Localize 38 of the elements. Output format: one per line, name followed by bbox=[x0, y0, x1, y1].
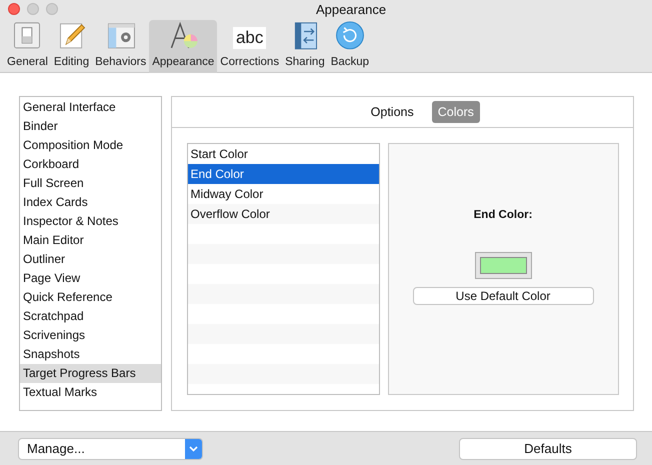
category-item[interactable]: Full Screen bbox=[20, 174, 161, 193]
defaults-button[interactable]: Defaults bbox=[459, 438, 637, 460]
category-item[interactable]: General Interface bbox=[20, 98, 161, 117]
abc-text-icon: abc bbox=[232, 26, 266, 49]
category-item[interactable]: Corkboard bbox=[20, 155, 161, 174]
category-item[interactable]: Binder bbox=[20, 117, 161, 136]
color-list-item[interactable]: Overflow Color bbox=[188, 204, 379, 224]
use-default-color-button[interactable]: Use Default Color bbox=[412, 287, 594, 306]
toolbar-tab[interactable]: General bbox=[4, 20, 51, 73]
toolbar-tab[interactable]: abc Corrections bbox=[217, 20, 282, 73]
category-item[interactable]: Target Progress Bars bbox=[20, 364, 161, 383]
category-item[interactable]: Outliner bbox=[20, 250, 161, 269]
toolbar-tab[interactable]: Sharing bbox=[282, 20, 328, 73]
category-item[interactable]: Main Editor bbox=[20, 231, 161, 250]
manage-dropdown[interactable]: Manage... bbox=[18, 438, 203, 460]
window-title: Appearance bbox=[316, 2, 386, 17]
segment-tab[interactable]: Options bbox=[364, 100, 420, 124]
color-well[interactable] bbox=[474, 252, 532, 280]
toolbar-tab[interactable]: Editing bbox=[50, 20, 92, 73]
color-list-item[interactable]: Midway Color bbox=[188, 184, 379, 204]
category-item[interactable]: Snapshots bbox=[20, 345, 161, 364]
toolbar-tab[interactable]: Backup bbox=[328, 20, 372, 73]
close-button[interactable] bbox=[8, 3, 20, 15]
color-list-item[interactable]: End Color bbox=[188, 164, 379, 184]
caret-icon bbox=[189, 446, 198, 452]
color-title: End Color: bbox=[474, 208, 532, 223]
dropdown-label: Manage... bbox=[27, 440, 85, 458]
toolbar-tab[interactable]: Appearance bbox=[149, 20, 218, 73]
toolbar-tab[interactable]: Behaviors bbox=[92, 20, 150, 73]
category-item[interactable]: Textual Marks bbox=[20, 383, 161, 402]
category-item[interactable]: Index Cards bbox=[20, 193, 161, 212]
category-item[interactable]: Page View bbox=[20, 269, 161, 288]
category-item[interactable]: Scratchpad bbox=[20, 307, 161, 326]
category-item[interactable]: Quick Reference bbox=[20, 288, 161, 307]
category-item[interactable]: Composition Mode bbox=[20, 136, 161, 155]
color-list-item[interactable]: Start Color bbox=[188, 144, 379, 164]
category-item[interactable]: Inspector & Notes bbox=[20, 212, 161, 231]
category-item[interactable]: Scrivenings bbox=[20, 326, 161, 345]
